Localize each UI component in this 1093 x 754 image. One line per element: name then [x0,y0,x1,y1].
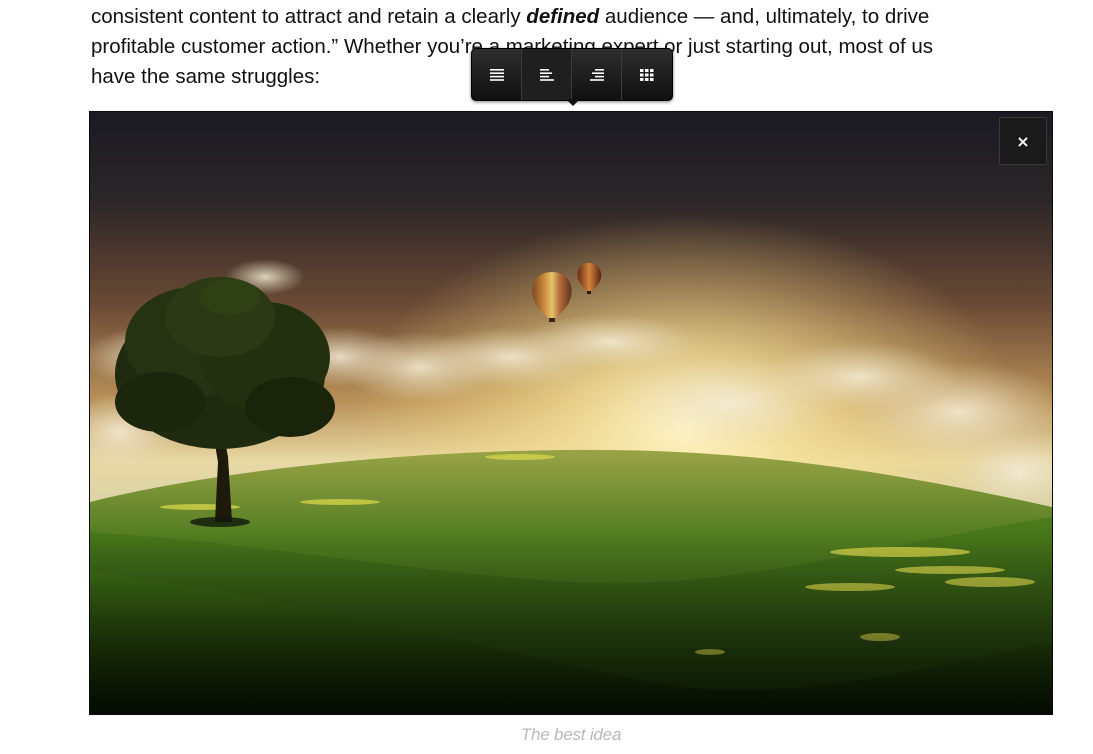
landscape-image[interactable]: × [89,111,1053,715]
grid-icon [640,68,654,81]
paragraph-line-1: consistent content to attract and retain… [91,2,1051,32]
grid-layout-button[interactable] [622,49,672,100]
align-left-button[interactable] [522,49,572,100]
close-icon: × [1016,131,1030,151]
image-figure[interactable]: × [89,111,1053,715]
align-justify-icon [489,68,504,81]
paragraph-text: consistent content to attract and retain… [91,5,527,28]
align-right-button[interactable] [572,49,622,100]
align-justify-button[interactable] [472,49,522,100]
toolbar-pointer [566,99,580,106]
align-right-icon [589,68,604,81]
editor-canvas: consistent content to attract and retain… [0,0,1093,754]
remove-image-button[interactable]: × [999,117,1047,165]
landscape-illustration [90,112,1052,714]
paragraph-text: audience — and, ultimately, to drive [599,5,930,28]
align-left-icon [539,68,554,81]
image-caption[interactable]: The best idea [89,725,1053,745]
image-alignment-toolbar [471,48,673,101]
emphasis-text: defined [526,5,600,28]
